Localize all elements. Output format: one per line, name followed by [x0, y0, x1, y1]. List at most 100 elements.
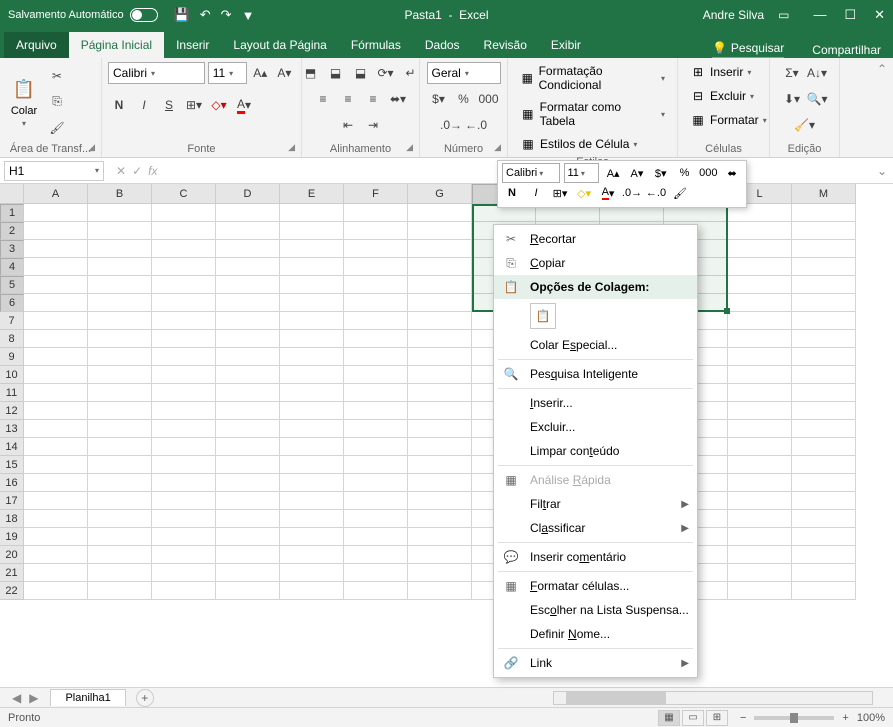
- cell[interactable]: [280, 546, 344, 564]
- cell[interactable]: [344, 348, 408, 366]
- page-break-view-button[interactable]: ⊞: [706, 710, 728, 726]
- cell[interactable]: [216, 240, 280, 258]
- mini-comma-icon[interactable]: 000: [698, 163, 718, 183]
- cell[interactable]: [728, 402, 792, 420]
- row-header[interactable]: 3: [0, 240, 24, 258]
- sort-filter-icon[interactable]: A↓▾: [806, 62, 828, 84]
- normal-view-button[interactable]: ▦: [658, 710, 680, 726]
- cell[interactable]: [408, 240, 472, 258]
- zoom-in-button[interactable]: +: [842, 712, 848, 724]
- tab-review[interactable]: Revisão: [472, 32, 539, 58]
- currency-icon[interactable]: $▾: [428, 88, 450, 110]
- cell[interactable]: [792, 276, 856, 294]
- cell[interactable]: [88, 456, 152, 474]
- column-header[interactable]: D: [216, 184, 280, 204]
- cell[interactable]: [344, 492, 408, 510]
- cell[interactable]: [152, 348, 216, 366]
- row-header[interactable]: 18: [0, 510, 24, 528]
- zoom-level[interactable]: 100%: [857, 712, 885, 724]
- row-header[interactable]: 4: [0, 258, 24, 276]
- mini-fill-icon[interactable]: ◇▾: [574, 183, 594, 203]
- cell[interactable]: [280, 438, 344, 456]
- column-header[interactable]: M: [792, 184, 856, 204]
- cell[interactable]: [152, 492, 216, 510]
- cell[interactable]: [344, 384, 408, 402]
- cell[interactable]: [216, 294, 280, 312]
- cell[interactable]: [344, 366, 408, 384]
- dialog-launcher-icon[interactable]: ◢: [494, 142, 501, 153]
- name-box[interactable]: H1▾: [4, 161, 104, 181]
- align-top-icon[interactable]: ⬒: [300, 62, 322, 84]
- tab-view[interactable]: Exibir: [539, 32, 593, 58]
- cell[interactable]: [216, 402, 280, 420]
- font-name-select[interactable]: Calibri▾: [108, 62, 205, 84]
- cell[interactable]: [344, 276, 408, 294]
- cell[interactable]: [408, 510, 472, 528]
- cell[interactable]: [728, 294, 792, 312]
- cell[interactable]: [280, 366, 344, 384]
- cell[interactable]: [24, 492, 88, 510]
- decrease-decimal-icon[interactable]: ←.0: [465, 114, 487, 136]
- cell[interactable]: [728, 438, 792, 456]
- cell[interactable]: [24, 204, 88, 222]
- cell[interactable]: [24, 276, 88, 294]
- redo-icon[interactable]: ↷: [221, 7, 232, 23]
- cell[interactable]: [88, 222, 152, 240]
- ctx-define-name[interactable]: Definir Nome...: [494, 622, 697, 646]
- cell[interactable]: [728, 258, 792, 276]
- cell[interactable]: [88, 258, 152, 276]
- cell[interactable]: [24, 582, 88, 600]
- cell[interactable]: [408, 204, 472, 222]
- align-middle-icon[interactable]: ⬓: [325, 62, 347, 84]
- cell[interactable]: [408, 528, 472, 546]
- cell[interactable]: [216, 582, 280, 600]
- cell[interactable]: [152, 420, 216, 438]
- align-left-icon[interactable]: ≡: [312, 88, 334, 110]
- cell[interactable]: [792, 474, 856, 492]
- cell[interactable]: [792, 510, 856, 528]
- paste-default-button[interactable]: 📋: [530, 303, 556, 329]
- cell[interactable]: [792, 312, 856, 330]
- close-icon[interactable]: ✕: [874, 7, 885, 23]
- tab-data[interactable]: Dados: [413, 32, 472, 58]
- cell[interactable]: [216, 420, 280, 438]
- row-header[interactable]: 12: [0, 402, 24, 420]
- cell[interactable]: [792, 258, 856, 276]
- find-select-icon[interactable]: 🔍▾: [806, 88, 828, 110]
- cell[interactable]: [216, 492, 280, 510]
- cell[interactable]: [280, 492, 344, 510]
- font-size-select[interactable]: 11▾: [208, 62, 247, 84]
- cell[interactable]: [280, 528, 344, 546]
- cell[interactable]: [152, 528, 216, 546]
- cell[interactable]: [280, 420, 344, 438]
- column-header[interactable]: G: [408, 184, 472, 204]
- cell[interactable]: [152, 456, 216, 474]
- cell[interactable]: [344, 330, 408, 348]
- save-icon[interactable]: 💾: [174, 7, 190, 23]
- orientation-icon[interactable]: ⟳▾: [375, 62, 397, 84]
- ctx-clear[interactable]: Limpar conteúdo: [494, 439, 697, 463]
- column-header[interactable]: B: [88, 184, 152, 204]
- new-sheet-button[interactable]: +: [136, 689, 154, 707]
- cell[interactable]: [408, 492, 472, 510]
- horizontal-scrollbar[interactable]: [553, 691, 873, 705]
- conditional-formatting-button[interactable]: ▦Formatação Condicional▾: [514, 62, 671, 94]
- cell[interactable]: [152, 384, 216, 402]
- cell[interactable]: [24, 384, 88, 402]
- cell[interactable]: [88, 492, 152, 510]
- mini-merge-icon[interactable]: ⬌: [722, 163, 742, 183]
- cell[interactable]: [216, 330, 280, 348]
- mini-font-select[interactable]: Calibri▾: [502, 163, 560, 183]
- format-as-table-button[interactable]: ▦Formatar como Tabela▾: [514, 98, 671, 130]
- format-painter-icon[interactable]: 🖌: [46, 117, 68, 139]
- cell[interactable]: [88, 312, 152, 330]
- paste-button[interactable]: 📋 Colar ▾: [6, 73, 42, 130]
- tab-layout[interactable]: Layout da Página: [221, 32, 338, 58]
- cell[interactable]: [216, 528, 280, 546]
- maximize-icon[interactable]: ☐: [844, 7, 856, 23]
- cell[interactable]: [88, 348, 152, 366]
- mini-borders-icon[interactable]: ⊞▾: [550, 183, 570, 203]
- cell[interactable]: [88, 420, 152, 438]
- cell[interactable]: [24, 222, 88, 240]
- cell[interactable]: [24, 366, 88, 384]
